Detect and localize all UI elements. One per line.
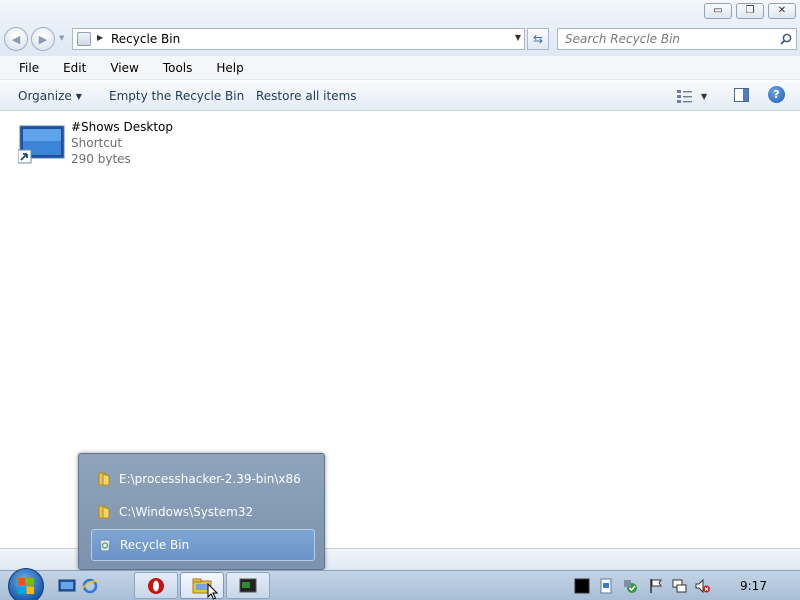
console-icon (239, 578, 257, 592)
menu-help[interactable]: Help (211, 61, 248, 75)
taskbar-button-opera[interactable] (134, 572, 178, 599)
restore-all-items-button[interactable]: Restore all items (256, 89, 357, 103)
title-bar: ▭ ❐ ✕ (0, 0, 800, 24)
breadcrumb-chevron-icon[interactable]: ▶ (97, 33, 103, 42)
document-tray-icon[interactable] (598, 578, 614, 594)
jump-list-item-label: Recycle Bin (120, 538, 190, 552)
mouse-cursor-icon (207, 583, 219, 600)
navigation-bar: ◀ ▶ ▼ ▶ Recycle Bin ▼ ⇆ (0, 24, 800, 56)
menu-view[interactable]: View (105, 61, 143, 75)
taskbar-jump-list: E:\processhacker-2.39-bin\x86 C:\Windows… (78, 453, 325, 570)
action-center-flag-icon[interactable] (648, 578, 664, 594)
address-dropdown-icon[interactable]: ▼ (515, 33, 521, 42)
show-desktop-quicklaunch-icon[interactable] (58, 577, 76, 595)
recent-pages-dropdown[interactable]: ▼ (59, 34, 64, 42)
opera-icon (148, 577, 164, 594)
window-controls: ▭ ❐ ✕ (704, 3, 796, 19)
menu-edit[interactable]: Edit (58, 61, 91, 75)
file-type: Shortcut (71, 136, 123, 150)
shortcut-desktop-icon (18, 125, 65, 164)
refresh-button[interactable]: ⇆ (527, 28, 549, 50)
security-check-tray-icon[interactable] (623, 578, 639, 594)
arrow-right-icon: ▶ (38, 32, 48, 46)
menu-bar: File Edit View Tools Help (0, 56, 800, 80)
jump-list-item-label: C:\Windows\System32 (119, 505, 254, 519)
search-input[interactable] (558, 29, 768, 49)
file-item[interactable]: #Shows Desktop Shortcut 290 bytes (18, 120, 198, 170)
black-square-tray-icon[interactable] (574, 578, 590, 594)
folder-icon (98, 505, 110, 519)
close-button[interactable]: ✕ (768, 3, 796, 19)
change-view-button[interactable]: ▼ (677, 88, 715, 104)
chevron-down-icon: ▼ (75, 92, 82, 101)
forward-button[interactable]: ▶ (31, 27, 55, 51)
taskbar: 9:17 (0, 568, 800, 600)
chevron-down-icon[interactable]: ▼ (701, 92, 707, 101)
command-bar: Organize ▼ Empty the Recycle Bin Restore … (0, 81, 800, 111)
internet-explorer-icon[interactable] (81, 577, 99, 595)
back-button[interactable]: ◀ (4, 27, 28, 51)
windows-logo-icon (18, 578, 34, 594)
menu-file[interactable]: File (14, 61, 44, 75)
empty-recycle-bin-button[interactable]: Empty the Recycle Bin (109, 89, 244, 103)
jump-list-item[interactable]: C:\Windows\System32 (91, 496, 315, 528)
start-button[interactable] (8, 568, 44, 600)
breadcrumb-location[interactable]: Recycle Bin (111, 32, 180, 46)
maximize-button[interactable]: ❐ (736, 3, 764, 19)
search-icon[interactable] (780, 33, 792, 45)
network-tray-icon[interactable] (671, 578, 687, 594)
file-size: 290 bytes (71, 152, 131, 166)
arrow-left-icon: ◀ (11, 32, 21, 46)
organize-button[interactable]: Organize ▼ (18, 89, 82, 103)
file-name: #Shows Desktop (71, 120, 173, 134)
views-icon (677, 90, 692, 103)
jump-list-item-label: E:\processhacker-2.39-bin\x86 (119, 472, 301, 486)
jump-list-item-selected[interactable]: Recycle Bin (91, 529, 315, 561)
preview-pane-icon[interactable] (734, 88, 749, 102)
taskbar-button-terminal[interactable] (226, 572, 270, 599)
menu-tools[interactable]: Tools (158, 61, 198, 75)
organize-label: Organize (18, 89, 72, 103)
jump-list-item[interactable]: E:\processhacker-2.39-bin\x86 (91, 463, 315, 495)
volume-muted-icon[interactable] (695, 578, 711, 594)
help-icon[interactable]: ? (768, 86, 785, 103)
address-bar[interactable]: ▶ Recycle Bin ▼ (72, 28, 525, 50)
recycle-bin-icon (77, 32, 91, 46)
folder-icon (98, 472, 110, 486)
recycle-bin-icon (99, 539, 111, 552)
minimize-button[interactable]: ▭ (704, 3, 732, 19)
search-box (557, 28, 797, 50)
taskbar-clock[interactable]: 9:17 (740, 579, 767, 593)
refresh-icon: ⇆ (532, 32, 544, 46)
